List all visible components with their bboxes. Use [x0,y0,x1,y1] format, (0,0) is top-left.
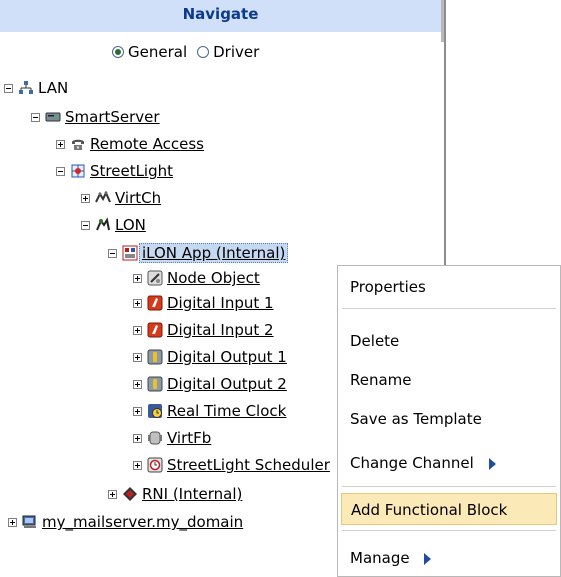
virtual-block-icon [147,430,163,446]
menu-item-save-as-template[interactable]: Save as Template [338,403,560,435]
expand-toggle[interactable] [56,139,65,149]
tree-node-ilon-app[interactable]: iLON App (Internal) [108,243,289,263]
tree-node-label: LAN [38,79,69,97]
digital-output-icon [147,349,163,365]
tree-node-digital-input-2[interactable]: Digital Input 2 [133,320,274,340]
context-menu: Properties Delete Rename Save as Templat… [337,265,561,577]
menu-item-rename[interactable]: Rename [338,364,560,396]
tree-node-label[interactable]: Digital Input 1 [167,294,274,312]
tree-node-label[interactable]: Digital Output 1 [167,348,287,366]
expand-toggle[interactable] [133,379,142,389]
menu-item-change-channel[interactable]: Change Channel [338,447,560,479]
computer-icon [22,514,38,530]
virtual-channel-icon [95,190,111,206]
telephone-icon [70,136,86,152]
expand-toggle[interactable] [133,352,142,362]
menu-item-label: Properties [350,278,426,296]
tree-node-lan[interactable]: LAN [4,78,68,98]
clock-icon [147,403,163,419]
collapse-toggle[interactable] [81,220,90,230]
tree-node-label[interactable]: VirtFb [167,429,211,447]
tree-node-streetlight[interactable]: StreetLight [56,161,173,181]
lon-channel-icon [95,217,111,233]
tree-node-label-selected[interactable]: iLON App (Internal) [139,243,289,263]
tree-node-label[interactable]: Remote Access [90,135,204,153]
expand-toggle[interactable] [133,460,142,470]
collapse-toggle[interactable] [4,83,13,93]
menu-item-label: Add Functional Block [351,501,508,519]
tree-node-label[interactable]: LON [115,216,146,234]
general-radio-label[interactable]: General [128,43,187,61]
menu-item-label: Delete [350,332,400,350]
menu-item-label: Save as Template [350,410,482,428]
tree-node-label[interactable]: StreetLight [90,162,173,180]
tree-node-mailserver[interactable]: my_mailserver.my_domain [8,512,243,532]
menu-item-label: Rename [350,371,412,389]
tree-node-digital-output-2[interactable]: Digital Output 2 [133,374,287,394]
collapse-toggle[interactable] [31,112,40,122]
tree-node-smartserver[interactable]: SmartServer [31,107,160,127]
tree-node-digital-input-1[interactable]: Digital Input 1 [133,293,274,313]
submenu-arrow-icon [424,552,432,565]
driver-radio[interactable] [197,46,210,58]
submenu-arrow-icon [488,457,496,470]
tree-node-streetlight-scheduler[interactable]: StreetLight Scheduler [133,455,330,475]
menu-item-add-functional-block[interactable]: Add Functional Block [341,493,557,525]
digital-input-icon [147,295,163,311]
tree-node-virtfb[interactable]: VirtFb [133,428,211,448]
menu-item-delete[interactable]: Delete [338,325,560,357]
expand-toggle[interactable] [133,298,142,308]
streetlight-app-icon [70,163,86,179]
tree-node-label[interactable]: Node Object [167,269,260,287]
tree-node-node-object[interactable]: Node Object [133,268,260,288]
expand-toggle[interactable] [133,273,142,283]
tree-node-label[interactable]: RNI (Internal) [142,485,242,503]
menu-item-properties[interactable]: Properties [338,271,560,303]
expand-toggle[interactable] [81,193,90,203]
collapse-toggle[interactable] [108,248,117,258]
device-app-icon [122,245,138,261]
tree-node-real-time-clock[interactable]: Real Time Clock [133,401,286,421]
expand-toggle[interactable] [133,325,142,335]
menu-separator [342,486,556,487]
scheduler-icon [147,457,163,473]
driver-radio-label[interactable]: Driver [213,43,259,61]
tree-node-label[interactable]: VirtCh [115,189,161,207]
tree-node-label[interactable]: Digital Output 2 [167,375,287,393]
expand-toggle[interactable] [108,489,117,499]
expand-toggle[interactable] [8,517,17,527]
node-object-icon [147,270,163,286]
expand-toggle[interactable] [133,406,142,416]
menu-item-label: Manage [350,549,410,567]
menu-item-manage[interactable]: Manage [338,542,560,574]
digital-input-icon [147,322,163,338]
digital-output-icon [147,376,163,392]
expand-toggle[interactable] [133,433,142,443]
tree-node-label[interactable]: Real Time Clock [167,402,286,420]
tree-node-label[interactable]: SmartServer [65,108,160,126]
tree-node-label[interactable]: my_mailserver.my_domain [42,513,243,531]
tree-node-lon[interactable]: LON [81,215,146,235]
server-icon [45,109,61,125]
tree-node-virtch[interactable]: VirtCh [81,188,161,208]
network-icon [18,80,34,96]
tree-node-label[interactable]: StreetLight Scheduler [167,456,330,474]
collapse-toggle[interactable] [56,166,65,176]
tree-node-digital-output-1[interactable]: Digital Output 1 [133,347,287,367]
navigate-header: Navigate [0,0,441,32]
menu-separator [342,530,556,531]
view-mode-selector: General Driver [112,43,265,61]
tree-node-remote-access[interactable]: Remote Access [56,134,204,154]
general-radio[interactable] [112,46,124,58]
menu-item-label: Change Channel [350,454,474,472]
rni-icon [122,486,138,502]
menu-separator [342,308,556,309]
tree-node-label[interactable]: Digital Input 2 [167,321,274,339]
tree-node-rni[interactable]: RNI (Internal) [108,484,242,504]
